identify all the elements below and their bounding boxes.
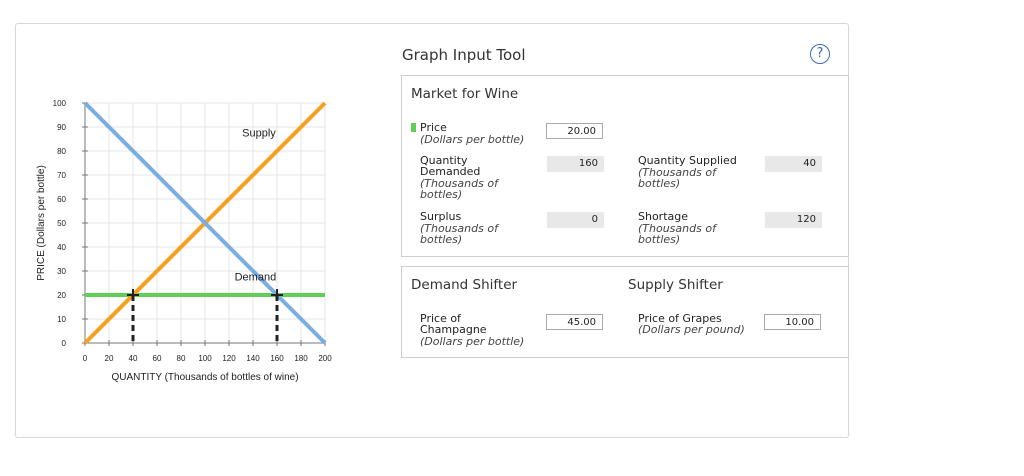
y-tick-label: 60: [57, 195, 66, 204]
y-tick-label: 20: [57, 291, 66, 300]
y-tick-label: 90: [57, 123, 66, 132]
x-tick-label: 60: [153, 354, 162, 363]
grapes-units: (Dollars per pound): [638, 323, 745, 336]
price-label: Price: [411, 122, 447, 133]
shortage-value: 120: [765, 212, 822, 228]
quantity-demanded-units-2: bottles): [420, 188, 463, 201]
demand-shifter-title: Demand Shifter: [411, 277, 518, 293]
tool-title: Graph Input Tool: [402, 46, 526, 64]
y-tick-label: 70: [57, 171, 66, 180]
quantity-demanded-label-2: Demanded: [420, 165, 481, 178]
y-tick-label: 40: [57, 243, 66, 252]
y-tick-label: 10: [57, 315, 66, 324]
supply-curve-label: Supply: [242, 128, 276, 140]
x-axis-title: QUANTITY (Thousands of bottles of wine): [111, 372, 298, 383]
champagne-label-2: Champagne: [420, 323, 487, 336]
quantity-supplied-label: Quantity Supplied: [638, 154, 737, 167]
y-axis-title: PRICE (Dollars per bottle): [36, 165, 47, 281]
supply-demand-chart[interactable]: 0 10 20 30 40 50 60 70 80 90 100 0 20 40 60 80 100 120 14…: [0, 0, 360, 400]
surplus-label: Surplus: [420, 210, 462, 223]
supply-shifter-title: Supply Shifter: [628, 277, 723, 293]
demand-curve-label: Demand: [235, 272, 277, 284]
x-tick-label: 80: [177, 354, 186, 363]
x-tick-label: 140: [246, 354, 260, 363]
y-tick-label: 30: [57, 267, 66, 276]
quantity-supplied-value: 40: [765, 156, 822, 172]
price-legend-swatch: [411, 123, 416, 132]
x-tick-label: 100: [198, 354, 212, 363]
x-tick-label: 20: [105, 354, 114, 363]
shortage-label: Shortage: [638, 210, 689, 223]
grapes-price-input[interactable]: 10.00: [764, 314, 821, 330]
y-tick-label: 50: [57, 219, 66, 228]
market-title: Market for Wine: [411, 86, 519, 102]
x-tick-label: 180: [294, 354, 308, 363]
y-tick-label: 100: [53, 99, 67, 108]
help-icon[interactable]: ?: [810, 44, 830, 64]
x-tick-label: 0: [83, 354, 88, 363]
x-tick-label: 40: [129, 354, 138, 363]
price-input[interactable]: 20.00: [546, 123, 603, 139]
y-tick-labels: 0 10 20 30 40 50 60 70 80 90 100: [53, 99, 67, 348]
quantity-demanded-value: 160: [547, 156, 604, 172]
champagne-price-input[interactable]: 45.00: [546, 314, 603, 330]
x-tick-label: 120: [222, 354, 236, 363]
x-tick-label: 160: [270, 354, 284, 363]
y-tick-label: 80: [57, 147, 66, 156]
surplus-value: 0: [547, 212, 604, 228]
x-tick-labels: 0 20 40 60 80 100 120 140 160 180 200: [83, 354, 332, 363]
surplus-units-2: bottles): [420, 233, 463, 246]
quantity-supplied-units-2: bottles): [638, 177, 681, 190]
x-tick-label: 200: [318, 354, 332, 363]
champagne-units: (Dollars per bottle): [420, 335, 525, 348]
shortage-units-2: bottles): [638, 233, 681, 246]
y-tick-label: 0: [62, 339, 67, 348]
price-units: (Dollars per bottle): [420, 133, 525, 146]
